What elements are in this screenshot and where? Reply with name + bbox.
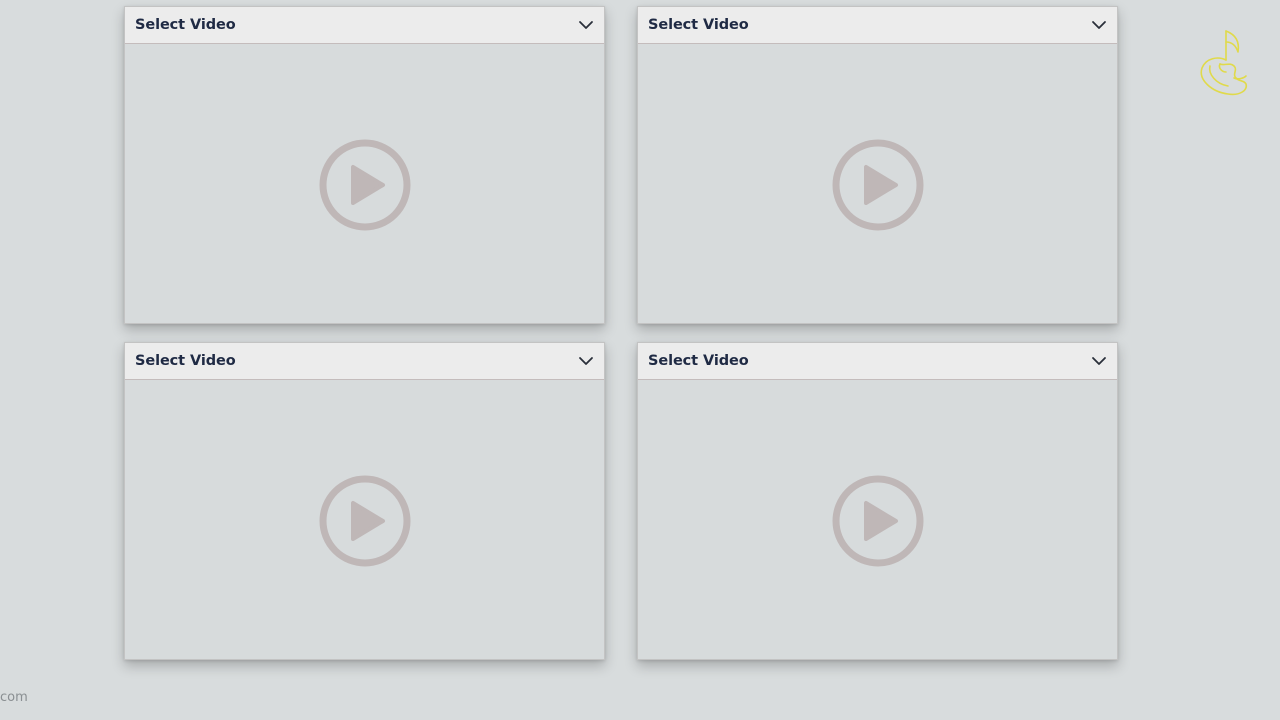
video-player-1[interactable] [125,44,604,323]
chevron-down-icon [579,357,593,365]
video-panel-4: Select Video [637,342,1118,660]
play-circle-icon[interactable] [830,137,926,233]
select-video-label: Select Video [135,353,236,369]
select-video-dropdown-4[interactable]: Select Video [638,343,1117,380]
video-player-4[interactable] [638,380,1117,659]
play-circle-icon[interactable] [317,473,413,569]
chevron-down-icon [1092,357,1106,365]
select-video-dropdown-2[interactable]: Select Video [638,7,1117,44]
chevron-down-icon [579,21,593,29]
video-panel-1: Select Video [124,6,605,324]
footer-partial-text: com [0,690,28,705]
video-player-2[interactable] [638,44,1117,323]
play-circle-icon[interactable] [830,473,926,569]
chevron-down-icon [1092,21,1106,29]
select-video-label: Select Video [648,17,749,33]
music-note-logo [1200,30,1248,96]
video-panel-2: Select Video [637,6,1118,324]
video-player-3[interactable] [125,380,604,659]
select-video-label: Select Video [648,353,749,369]
select-video-label: Select Video [135,17,236,33]
video-panel-3: Select Video [124,342,605,660]
play-circle-icon[interactable] [317,137,413,233]
select-video-dropdown-1[interactable]: Select Video [125,7,604,44]
select-video-dropdown-3[interactable]: Select Video [125,343,604,380]
